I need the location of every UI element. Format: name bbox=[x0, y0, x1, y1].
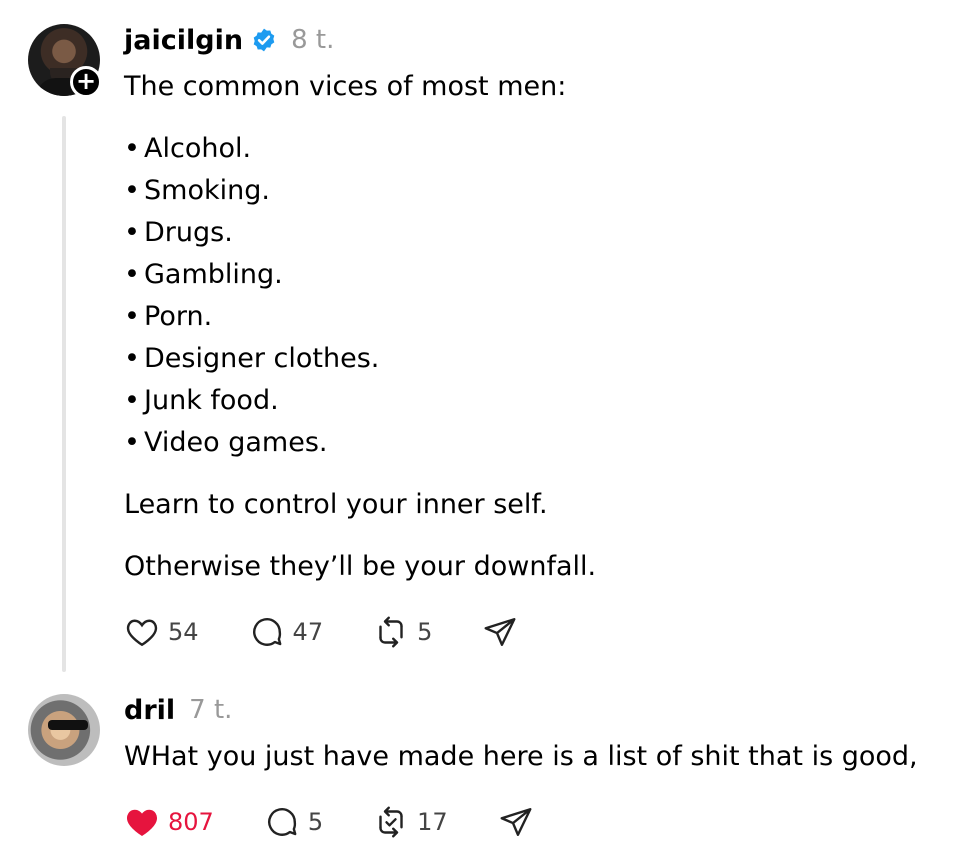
avatar[interactable] bbox=[28, 694, 100, 766]
avatar-sunglasses bbox=[48, 720, 88, 730]
repost-arrows-icon bbox=[379, 616, 403, 648]
list-item-text: Gambling. bbox=[144, 259, 283, 290]
repost-count: 5 bbox=[417, 618, 433, 646]
heart-icon bbox=[126, 619, 158, 647]
reply-post: dril 7 t. WHat you just have made here i… bbox=[0, 680, 966, 864]
list-item: • Smoking. bbox=[124, 170, 379, 212]
send-plane-icon bbox=[484, 618, 516, 646]
share-button[interactable] bbox=[498, 804, 534, 840]
action-bar: 807 5 17 bbox=[124, 804, 584, 840]
verified-badge-icon bbox=[253, 28, 275, 52]
vice-list: • Alcohol. • Smoking. • Drugs. • Gambling. •… bbox=[124, 128, 379, 464]
post-paragraph: Otherwise they’ll be your downfall. bbox=[124, 551, 597, 582]
comment-bubble-icon bbox=[267, 808, 297, 836]
repost-arrows-icon bbox=[379, 806, 403, 838]
heart-filled-icon bbox=[127, 809, 157, 836]
bullet: • bbox=[124, 259, 140, 290]
reply-count: 5 bbox=[307, 808, 324, 836]
list-item-text: Video games. bbox=[144, 427, 328, 458]
send-plane-icon bbox=[500, 808, 532, 836]
list-item: • Gambling. bbox=[124, 254, 379, 296]
timestamp[interactable]: 7 t. bbox=[189, 695, 232, 725]
bullet: • bbox=[124, 343, 140, 374]
list-item: • Porn. bbox=[124, 296, 379, 338]
list-item-text: Junk food. bbox=[144, 385, 279, 416]
share-button[interactable] bbox=[482, 614, 518, 650]
repost-button[interactable]: 5 bbox=[373, 614, 432, 650]
post-paragraph: Learn to control your inner self. bbox=[124, 489, 548, 520]
bullet: • bbox=[124, 175, 140, 206]
bullet: • bbox=[124, 427, 140, 458]
list-item: • Designer clothes. bbox=[124, 338, 379, 380]
list-item-text: Drugs. bbox=[144, 217, 233, 248]
bullet: • bbox=[124, 385, 140, 416]
like-button[interactable]: 54 bbox=[124, 614, 199, 650]
reply-count: 47 bbox=[292, 618, 324, 646]
username[interactable]: dril bbox=[124, 695, 175, 726]
bullet: • bbox=[124, 133, 140, 164]
timestamp[interactable]: 8 t. bbox=[291, 25, 334, 55]
repost-count: 17 bbox=[417, 808, 448, 836]
list-item-text: Designer clothes. bbox=[144, 343, 380, 374]
action-bar: 54 47 5 bbox=[124, 614, 568, 650]
post-text: WHat you just have made here is a list o… bbox=[124, 741, 918, 772]
reply-button[interactable]: 47 bbox=[249, 614, 324, 650]
thread-line bbox=[62, 116, 66, 672]
like-button[interactable]: 807 bbox=[124, 804, 214, 840]
list-item: • Alcohol. bbox=[124, 128, 379, 170]
list-item: • Junk food. bbox=[124, 380, 379, 422]
thread-post: + jaicilgin 8 t. The common vices of mos… bbox=[0, 0, 966, 680]
post-text: The common vices of most men: bbox=[124, 71, 567, 102]
list-item-text: Porn. bbox=[144, 301, 213, 332]
post-header: jaicilgin 8 t. bbox=[124, 22, 334, 58]
list-item: • Video games. bbox=[124, 422, 379, 464]
bullet: • bbox=[124, 217, 140, 248]
follow-plus-icon[interactable]: + bbox=[70, 66, 102, 98]
list-item-text: Smoking. bbox=[144, 175, 270, 206]
comment-bubble-icon bbox=[252, 618, 281, 646]
list-item-text: Alcohol. bbox=[144, 133, 252, 164]
username[interactable]: jaicilgin bbox=[124, 25, 243, 56]
reply-button[interactable]: 5 bbox=[264, 804, 323, 840]
bullet: • bbox=[124, 301, 140, 332]
list-item: • Drugs. bbox=[124, 212, 379, 254]
like-count: 54 bbox=[168, 618, 199, 646]
like-count: 807 bbox=[168, 808, 214, 836]
repost-button[interactable]: 17 bbox=[373, 804, 448, 840]
post-header: dril 7 t. bbox=[124, 692, 232, 728]
